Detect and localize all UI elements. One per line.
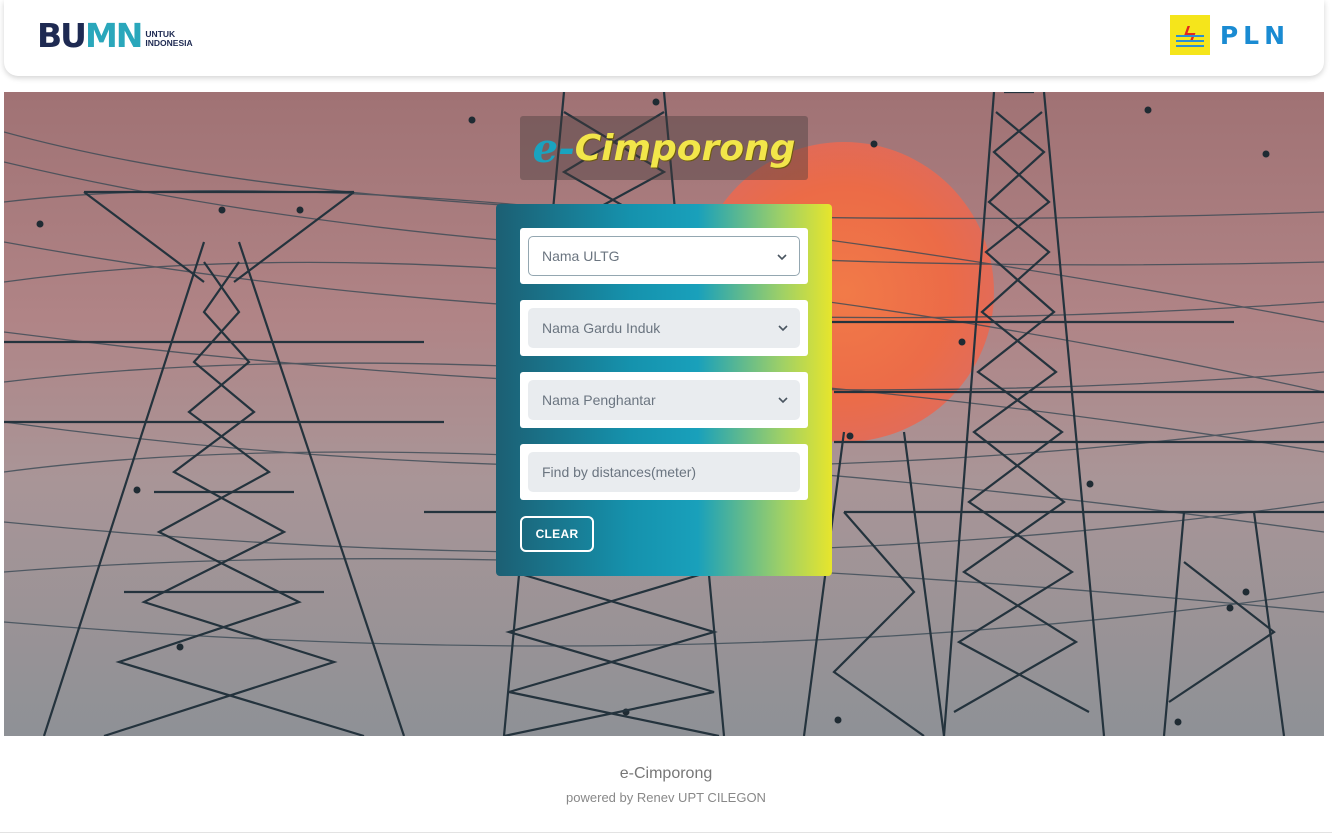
bumn-logo-letter-u: U	[60, 16, 87, 55]
hero-banner: e- Cimporong Nama ULTG Nama Gardu Induk N…	[4, 92, 1324, 736]
wave-line-1	[1175, 35, 1204, 37]
pln-logo[interactable]: ϟ PLN	[1169, 15, 1290, 55]
ultg-select[interactable]: Nama ULTG	[528, 236, 800, 276]
clear-button[interactable]: CLEAR	[520, 516, 594, 552]
top-header: BUMN UNTUK INDONESIA ϟ PLN	[4, 0, 1324, 76]
lightning-bolt-icon: ϟ	[1169, 15, 1210, 55]
footer-subtitle: powered by Renev UPT CILEGON	[566, 790, 766, 805]
chevron-down-icon	[778, 325, 788, 332]
ultg-select-value: Nama ULTG	[542, 248, 620, 264]
app-title-prefix: e-	[532, 124, 575, 172]
bumn-logo-letters-mn: MN	[84, 16, 143, 55]
gardu-induk-select-value: Nama Gardu Induk	[542, 320, 661, 336]
bumn-logo-letter-b: B	[37, 16, 62, 55]
chevron-down-icon	[777, 254, 787, 261]
bumn-logo-tagline: UNTUK INDONESIA	[145, 24, 192, 48]
footer-title: e-Cimporong	[619, 765, 713, 782]
app-title-main: Cimporong	[574, 127, 796, 169]
chevron-down-icon	[778, 397, 788, 404]
app-title-box: e- Cimporong	[520, 116, 808, 180]
penghantar-select-value: Nama Penghantar	[542, 392, 656, 408]
distance-input-wrapper: Find by distances(meter)	[520, 444, 808, 500]
gardu-induk-select[interactable]: Nama Gardu Induk	[528, 308, 800, 348]
footer-divider	[0, 832, 1332, 833]
wave-line-2	[1175, 40, 1204, 42]
bumn-logo[interactable]: BUMN UNTUK INDONESIA	[37, 19, 193, 52]
bumn-logo-mark: BUMN	[37, 19, 143, 52]
search-form-card: Nama ULTG Nama Gardu Induk Nama Penghant…	[496, 204, 832, 576]
penghantar-select[interactable]: Nama Penghantar	[528, 380, 800, 420]
distance-input-placeholder: Find by distances(meter)	[542, 464, 697, 480]
distance-input[interactable]: Find by distances(meter)	[528, 452, 800, 492]
pln-logo-text: PLN	[1219, 20, 1290, 50]
gardu-select-wrapper: Nama Gardu Induk	[520, 300, 808, 356]
bumn-tagline-line2: INDONESIA	[145, 38, 193, 48]
wave-line-3	[1175, 45, 1204, 47]
ultg-select-wrapper: Nama ULTG	[520, 228, 808, 284]
penghantar-select-wrapper: Nama Penghantar	[520, 372, 808, 428]
